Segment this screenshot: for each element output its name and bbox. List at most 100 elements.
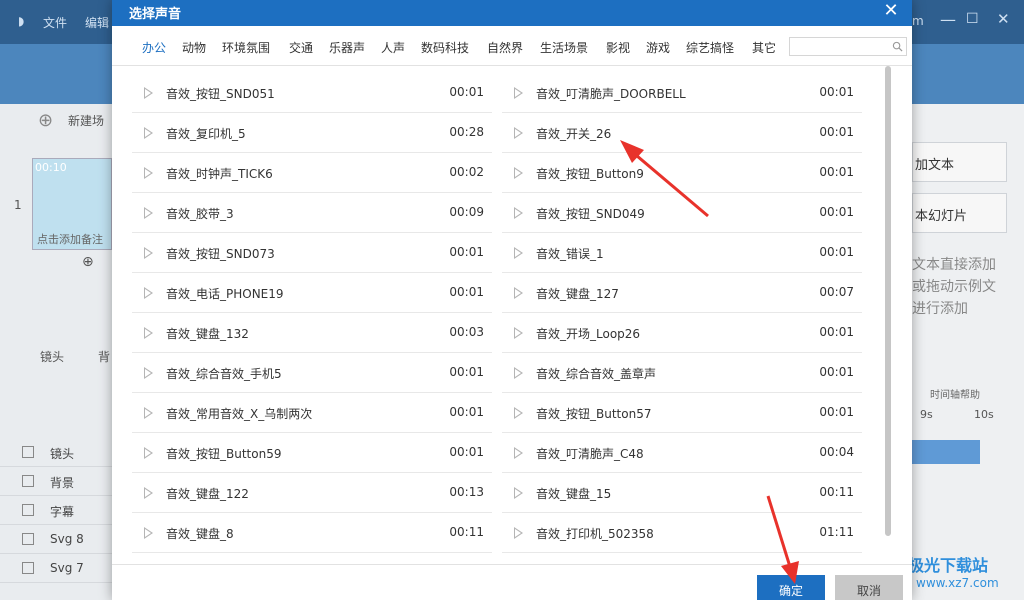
play-icon[interactable] [144, 87, 153, 99]
sound-list-item[interactable]: 音效_错误_1 00:01 [502, 233, 862, 273]
search-icon[interactable] [892, 41, 903, 52]
sound-list-item[interactable]: 音效_电话_PHONE19 00:01 [132, 273, 492, 313]
bg-timeline-help[interactable]: 时间轴帮助 [930, 386, 980, 401]
tab-film-tv[interactable]: 影视 [606, 39, 630, 56]
bg-menu-right[interactable]: m [912, 14, 924, 28]
bg-track-row[interactable]: 镜头 [0, 438, 112, 467]
sound-list-item[interactable]: 音效_复印机_5 00:28 [132, 113, 492, 153]
bg-close-icon[interactable]: ✕ [997, 10, 1010, 28]
bg-track-row[interactable]: Svg 7 [0, 554, 112, 583]
sound-list-item[interactable]: 音效_键盘_122 00:13 [132, 473, 492, 513]
dialog-title: 选择声音 [129, 7, 182, 22]
play-icon[interactable] [144, 327, 153, 339]
play-icon[interactable] [144, 207, 153, 219]
list-scrollbar[interactable] [885, 66, 891, 536]
sound-list-item[interactable]: 音效_按钮_Button57 00:01 [502, 393, 862, 433]
bg-tool-bg[interactable]: 背 [98, 348, 110, 365]
play-icon[interactable] [144, 407, 153, 419]
play-icon[interactable] [514, 327, 523, 339]
play-icon[interactable] [514, 247, 523, 259]
bg-add-scene-icon[interactable]: ⊕ [38, 110, 53, 131]
sound-list-item[interactable]: 音效_按钮_Button59 00:01 [132, 433, 492, 473]
sound-list-item[interactable]: 音效_按钮_Button9 00:01 [502, 153, 862, 193]
tab-traffic[interactable]: 交通 [289, 39, 313, 56]
play-icon[interactable] [144, 127, 153, 139]
play-icon[interactable] [514, 527, 523, 539]
play-icon[interactable] [514, 487, 523, 499]
play-icon[interactable] [144, 487, 153, 499]
sound-list-item[interactable]: 音效_开场_Loop26 00:01 [502, 313, 862, 353]
bg-maximize-icon[interactable]: ☐ [966, 11, 979, 27]
sound-list-item[interactable]: 音效_常用音效_X_乌制两次 00:01 [132, 393, 492, 433]
tab-other[interactable]: 其它 [752, 39, 776, 56]
tab-animals[interactable]: 动物 [182, 39, 206, 56]
tab-office[interactable]: 办公 [142, 39, 166, 56]
bg-track-row[interactable]: 字幕 [0, 496, 112, 525]
bg-track-row[interactable]: Svg 8 [0, 525, 112, 554]
tab-digital-tech[interactable]: 数码科技 [421, 39, 469, 56]
close-icon[interactable]: ✕ [880, 0, 902, 24]
sound-duration: 00:01 [819, 325, 854, 339]
search-box[interactable] [789, 37, 907, 56]
bg-track-row[interactable]: 背景 [0, 467, 112, 496]
play-icon[interactable] [514, 207, 523, 219]
bg-scene-thumbnail[interactable]: 00:10 点击添加备注 [32, 158, 112, 250]
sound-list-item[interactable]: 音效_键盘_8 00:11 [132, 513, 492, 553]
bg-thumb-caption[interactable]: 点击添加备注 [37, 231, 103, 247]
sound-list-item[interactable]: 音效_键盘_132 00:03 [132, 313, 492, 353]
cancel-button[interactable]: 取消 [835, 575, 903, 600]
bg-menu-edit[interactable]: 编辑 [85, 14, 109, 31]
tab-games[interactable]: 游戏 [646, 39, 670, 56]
sound-name: 音效_按钮_SND073 [166, 247, 275, 261]
play-icon[interactable] [144, 447, 153, 459]
svg-icon [22, 562, 34, 574]
play-icon[interactable] [514, 287, 523, 299]
app-logo-icon: ◗ [18, 14, 25, 28]
bg-timeline-clip[interactable] [912, 440, 980, 464]
sound-list-item[interactable]: 音效_叮清脆声_C48 00:04 [502, 433, 862, 473]
bg-add-thumb-icon[interactable]: ⊕ [82, 254, 94, 270]
search-input[interactable] [790, 38, 890, 55]
play-icon[interactable] [144, 287, 153, 299]
bg-minimize-icon[interactable]: — [940, 10, 956, 29]
play-icon[interactable] [514, 367, 523, 379]
bg-new-scene-label[interactable]: 新建场 [68, 112, 104, 129]
sound-duration: 00:03 [449, 325, 484, 339]
confirm-button[interactable]: 确定 [757, 575, 825, 600]
play-icon[interactable] [144, 167, 153, 179]
sound-list-item[interactable]: 音效_综合音效_手机5 00:01 [132, 353, 492, 393]
play-icon[interactable] [514, 447, 523, 459]
sound-list-item[interactable]: 音效_综合音效_盖章声 00:01 [502, 353, 862, 393]
sound-list-item[interactable]: 音效_打印机_502358 01:11 [502, 513, 862, 553]
sound-list-item[interactable]: 音效_时钟声_TICK6 00:02 [132, 153, 492, 193]
tab-life-scenes[interactable]: 生活场景 [540, 39, 588, 56]
bg-menu-file[interactable]: 文件 [43, 14, 67, 31]
sound-list-item[interactable]: 音效_键盘_15 00:11 [502, 473, 862, 513]
sound-name: 音效_常用音效_X_乌制两次 [166, 407, 313, 421]
bg-tool-camera[interactable]: 镜头 [40, 348, 64, 365]
bg-add-text-button[interactable]: 加文本 [912, 142, 1007, 182]
sound-list-item[interactable]: 音效_键盘_127 00:07 [502, 273, 862, 313]
sound-duration: 00:28 [449, 125, 484, 139]
tab-instruments[interactable]: 乐器声 [329, 39, 365, 56]
tab-ambience[interactable]: 环境氛围 [222, 39, 270, 56]
tab-variety-funny[interactable]: 综艺搞怪 [686, 39, 734, 56]
tab-human-voice[interactable]: 人声 [381, 39, 405, 56]
play-icon[interactable] [514, 127, 523, 139]
bg-hint-line-2: 或拖动示例文 [912, 279, 996, 295]
sound-list-item[interactable]: 音效_按钮_SND051 00:01 [132, 73, 492, 113]
sound-list-item[interactable]: 音效_开关_26 00:01 [502, 113, 862, 153]
sound-list-item[interactable]: 音效_按钮_SND073 00:01 [132, 233, 492, 273]
play-icon[interactable] [514, 87, 523, 99]
play-icon[interactable] [144, 247, 153, 259]
play-icon[interactable] [144, 367, 153, 379]
tab-nature[interactable]: 自然界 [487, 39, 523, 56]
sound-list-item[interactable]: 音效_胶带_3 00:09 [132, 193, 492, 233]
play-icon[interactable] [514, 167, 523, 179]
camera-icon [22, 446, 34, 458]
sound-list-item[interactable]: 音效_按钮_SND049 00:01 [502, 193, 862, 233]
sound-list-item[interactable]: 音效_叮清脆声_DOORBELL 00:01 [502, 73, 862, 113]
play-icon[interactable] [144, 527, 153, 539]
bg-slide-button[interactable]: 本幻灯片 [912, 193, 1007, 233]
play-icon[interactable] [514, 407, 523, 419]
